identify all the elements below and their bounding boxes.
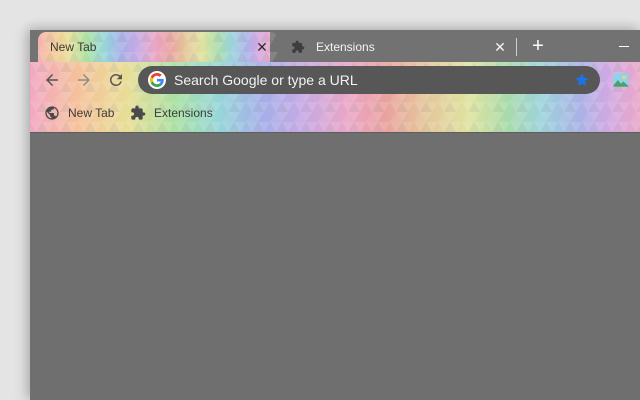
close-tab-icon[interactable]: ✕ — [492, 39, 508, 55]
image-icon — [613, 73, 629, 87]
bookmark-label: Extensions — [154, 106, 213, 120]
bookmark-extensions[interactable]: Extensions — [130, 103, 213, 123]
arrow-right-icon — [78, 74, 90, 86]
tab-title: Extensions — [316, 40, 375, 54]
tab-strip: New Tab ✕ Extensions ✕ + — [30, 30, 640, 62]
minimize-icon — [619, 45, 629, 47]
tab-extensions[interactable]: Extensions ✕ — [280, 32, 516, 62]
tab-separator — [516, 38, 517, 56]
globe-icon — [45, 106, 59, 120]
bookmark-new-tab[interactable]: New Tab — [44, 103, 114, 123]
star-icon[interactable] — [572, 70, 592, 90]
arrow-left-icon — [46, 74, 58, 86]
bookmarks-bar: New Tab Extensions — [30, 98, 640, 128]
navigation-bar — [30, 62, 640, 98]
tab-new-tab[interactable]: New Tab ✕ — [38, 32, 278, 62]
toolbar: New Tab Extensions — [30, 62, 640, 132]
reload-button[interactable] — [104, 68, 128, 92]
puzzle-icon — [131, 105, 146, 120]
back-button[interactable] — [40, 68, 64, 92]
tab-title: New Tab — [50, 40, 97, 54]
bookmark-label: New Tab — [68, 106, 115, 120]
minimize-button[interactable] — [612, 36, 636, 56]
close-tab-icon[interactable]: ✕ — [254, 39, 270, 55]
browser-window: New Tab ✕ Extensions ✕ + Search Google o… — [30, 30, 640, 400]
reload-icon — [110, 74, 122, 86]
forward-button[interactable] — [72, 68, 96, 92]
extension-button[interactable] — [610, 69, 632, 91]
page-content[interactable] — [30, 132, 640, 400]
omnibox[interactable] — [138, 66, 600, 94]
omnibox-input[interactable] — [174, 68, 572, 92]
google-g-icon — [148, 71, 166, 89]
desktop-background: New Tab ✕ Extensions ✕ + Search Google o… — [0, 0, 640, 400]
new-tab-button[interactable]: + — [528, 36, 548, 56]
puzzle-icon — [290, 39, 306, 55]
